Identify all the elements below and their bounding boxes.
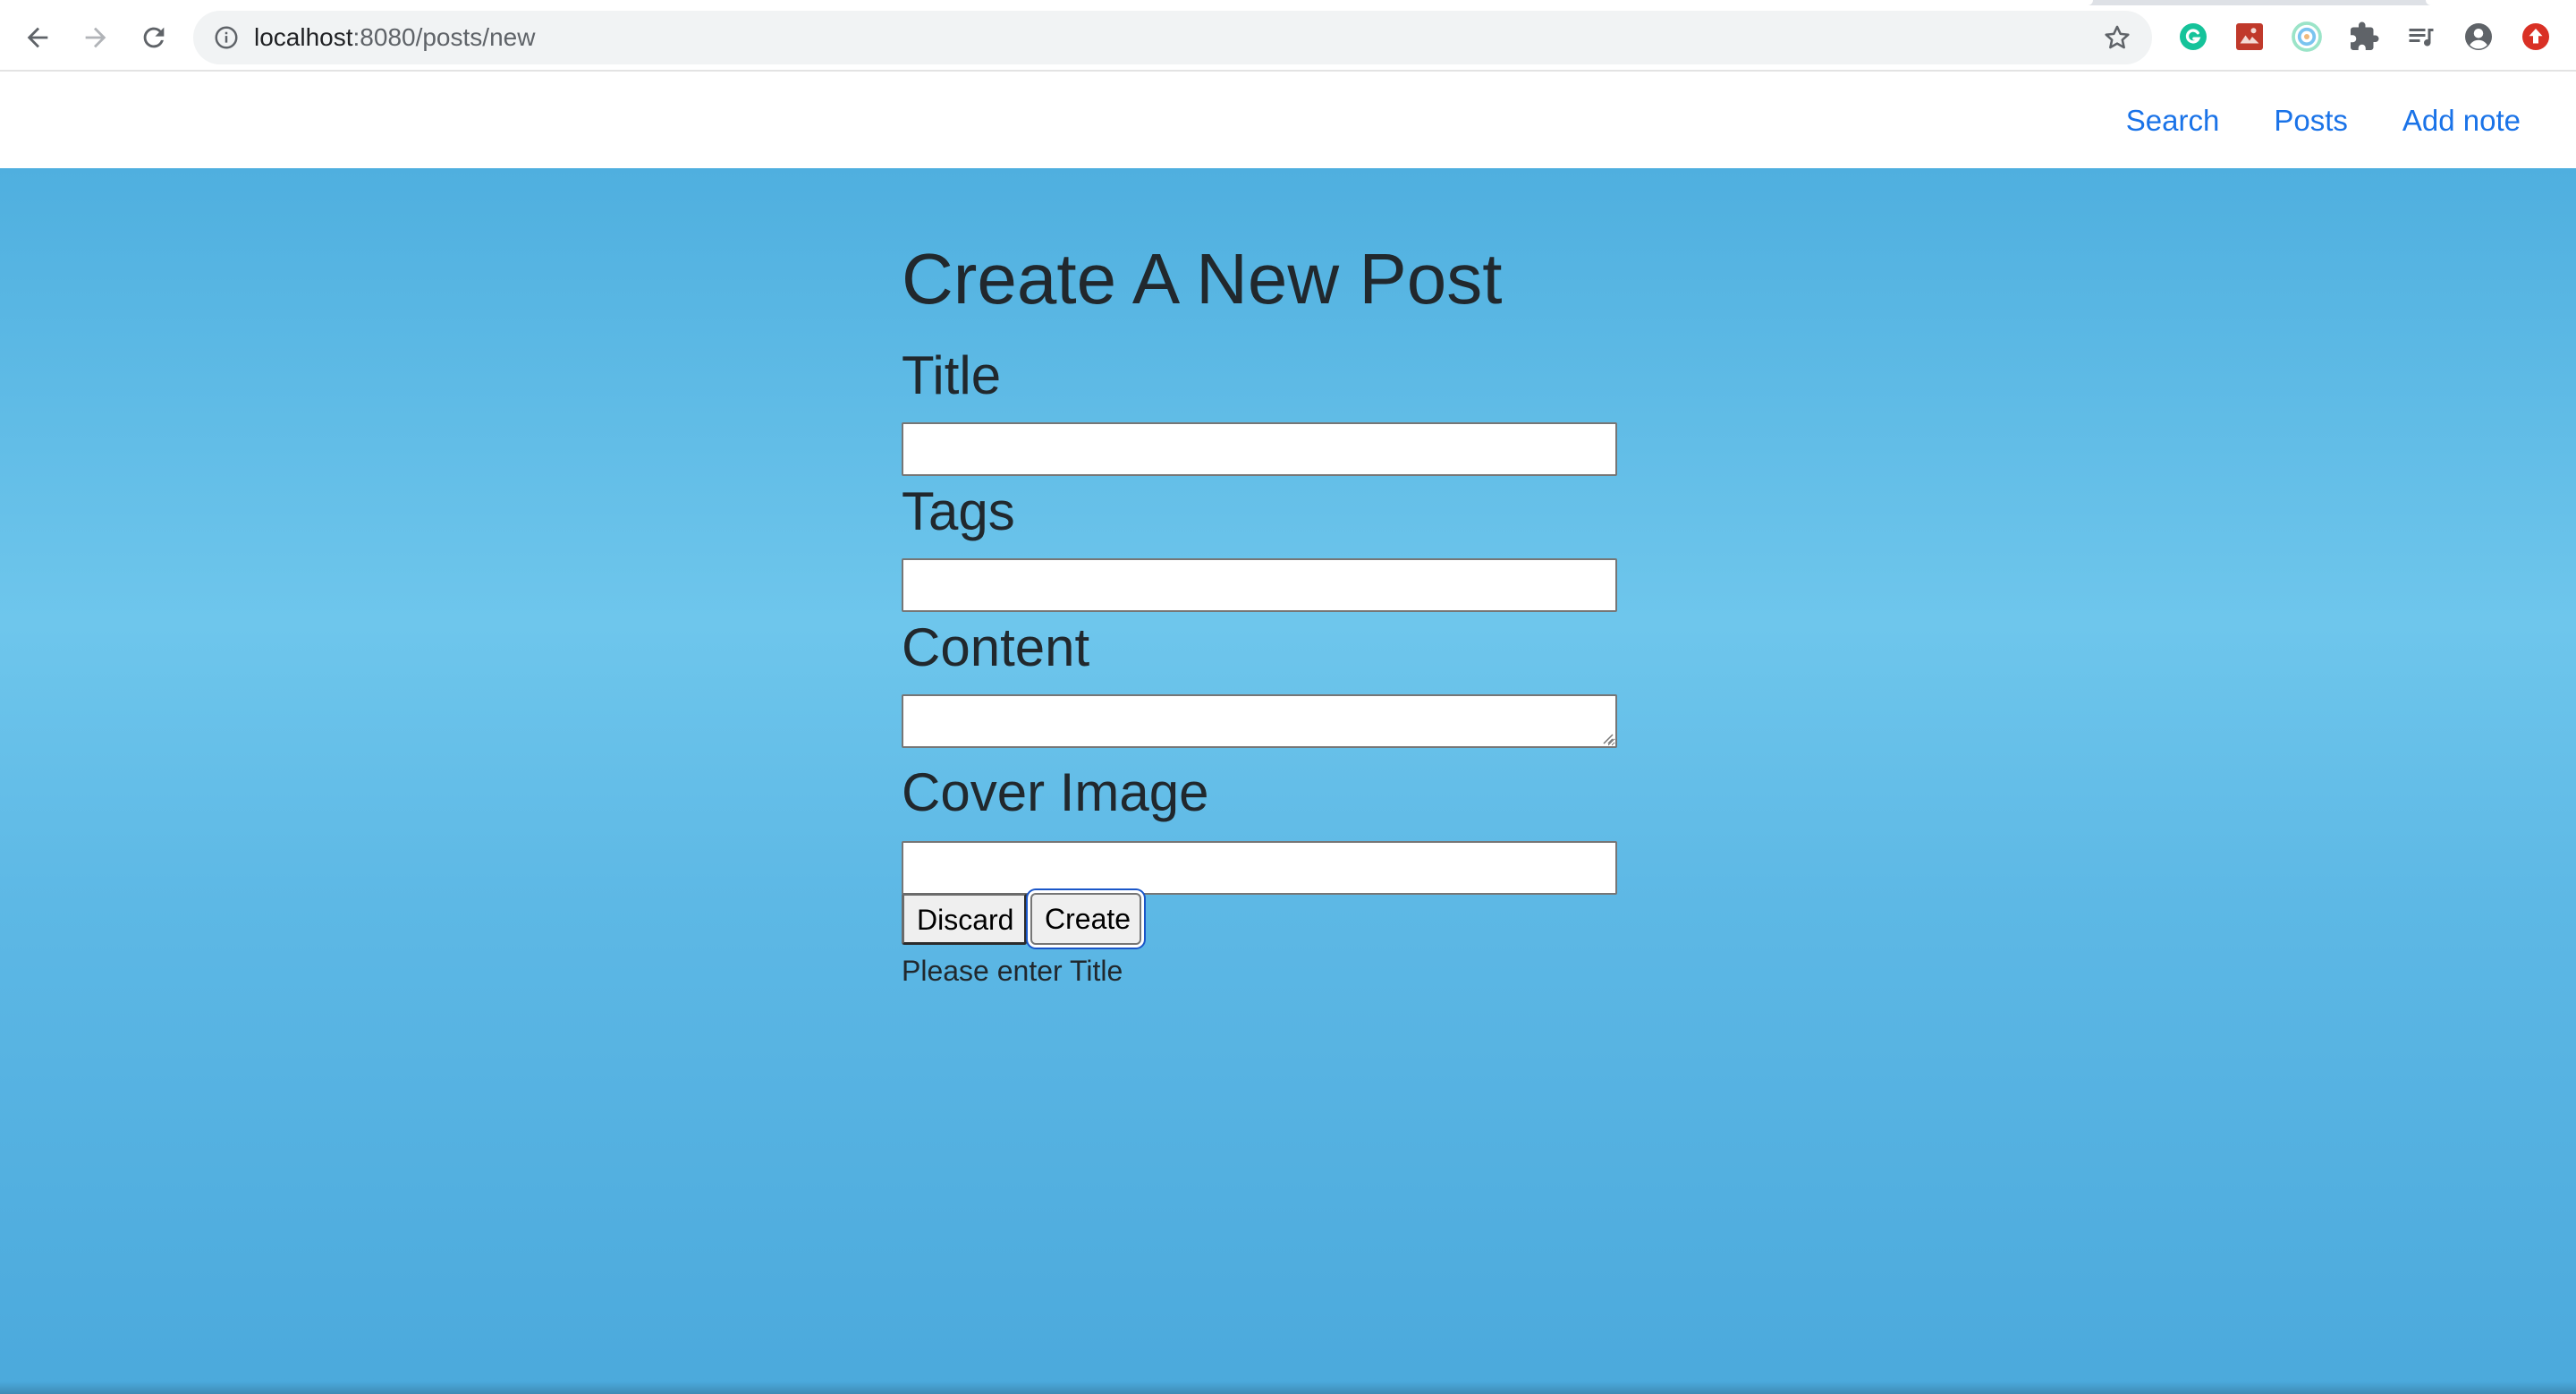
profile-avatar-icon[interactable] bbox=[2462, 20, 2496, 54]
content-label: Content bbox=[902, 617, 1090, 677]
browser-toolbar: localhost:8080/posts/new bbox=[0, 0, 2576, 72]
validation-message: Please enter Title bbox=[902, 955, 1123, 987]
nav-links: Search Posts Add note bbox=[2126, 72, 2521, 168]
tab-new[interactable] bbox=[2426, 0, 2576, 5]
discard-button[interactable]: Discard bbox=[902, 893, 1027, 945]
tab-active[interactable] bbox=[0, 0, 2093, 5]
page-content: Search Posts Add note Create A New Post … bbox=[0, 72, 2576, 1394]
reload-button[interactable] bbox=[134, 18, 174, 57]
grammarly-extension-icon[interactable] bbox=[2176, 20, 2210, 54]
title-label: Title bbox=[902, 345, 1002, 405]
forward-button[interactable] bbox=[76, 18, 115, 57]
top-navbar: Search Posts Add note bbox=[0, 72, 2576, 168]
nav-link-posts[interactable]: Posts bbox=[2274, 106, 2348, 135]
url-path: :8080/posts/new bbox=[352, 23, 536, 51]
hero-section: Create A New Post Title Tags Content Cov… bbox=[0, 168, 2576, 1394]
cover-image-label: Cover Image bbox=[902, 762, 1209, 822]
title-input[interactable] bbox=[902, 422, 1617, 476]
reload-icon bbox=[143, 27, 165, 48]
bottom-shade bbox=[0, 1381, 2576, 1394]
nav-link-search[interactable]: Search bbox=[2126, 106, 2220, 135]
tags-input[interactable] bbox=[902, 558, 1617, 612]
tab-strip bbox=[0, 0, 2576, 5]
cover-image-input[interactable] bbox=[902, 841, 1617, 895]
media-queue-icon[interactable] bbox=[2404, 20, 2438, 54]
back-arrow-icon bbox=[27, 27, 48, 48]
update-arrow-icon[interactable] bbox=[2519, 20, 2553, 54]
url-host: localhost bbox=[254, 23, 353, 51]
back-button[interactable] bbox=[18, 18, 57, 57]
page-title: Create A New Post bbox=[902, 239, 1503, 319]
extensions-puzzle-icon[interactable] bbox=[2347, 20, 2381, 54]
site-info-icon[interactable] bbox=[211, 22, 242, 53]
create-button[interactable]: Create bbox=[1030, 893, 1141, 945]
url-text[interactable]: localhost:8080/posts/new bbox=[254, 11, 535, 64]
image-extension-icon[interactable] bbox=[2233, 20, 2267, 54]
content-textarea[interactable] bbox=[902, 694, 1617, 748]
nav-link-add-note[interactable]: Add note bbox=[2402, 106, 2521, 135]
address-bar[interactable]: localhost:8080/posts/new bbox=[193, 11, 2152, 64]
target-extension-icon[interactable] bbox=[2290, 20, 2324, 54]
forward-arrow-icon bbox=[85, 27, 106, 48]
tags-label: Tags bbox=[902, 481, 1015, 541]
bookmark-star-icon[interactable] bbox=[2100, 21, 2134, 55]
